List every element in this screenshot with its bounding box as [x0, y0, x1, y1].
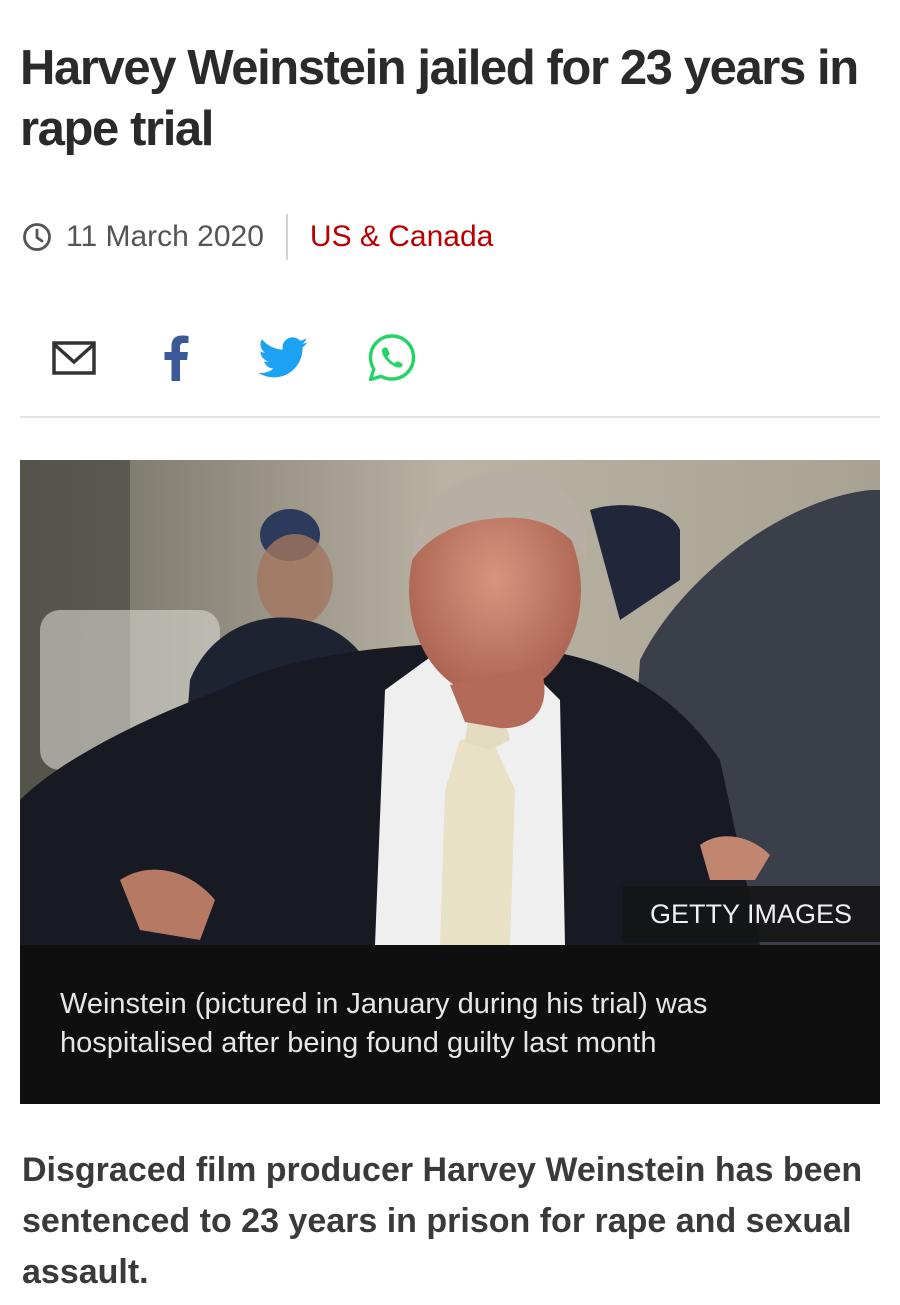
image-caption: Weinstein (pictured in January during hi…: [60, 988, 708, 1059]
whatsapp-icon: [368, 334, 416, 382]
meta-divider: [285, 214, 288, 260]
article-lede: Disgraced film producer Harvey Weinstein…: [22, 1151, 863, 1291]
article-date: 11 March 2020: [66, 220, 264, 253]
article-headline: Harvey Weinstein jailed for 23 years in …: [20, 41, 859, 156]
article-meta: 11 March 2020 US & Canada: [22, 212, 493, 262]
clock-icon: [22, 222, 52, 252]
article-figure: Weinstein (pictured in January during hi…: [20, 460, 880, 1104]
section-link[interactable]: US & Canada: [310, 220, 493, 254]
image-credit: GETTY IMAGES: [622, 886, 880, 942]
share-bar: [50, 333, 418, 383]
article-photo: [20, 460, 880, 945]
twitter-icon: [259, 337, 308, 378]
share-email-button[interactable]: [50, 334, 98, 382]
share-whatsapp-button[interactable]: [366, 332, 418, 384]
share-facebook-button[interactable]: [156, 334, 196, 382]
share-twitter-button[interactable]: [258, 334, 310, 382]
section-divider: [20, 416, 880, 418]
facebook-icon: [164, 335, 189, 381]
email-icon: [52, 341, 96, 375]
